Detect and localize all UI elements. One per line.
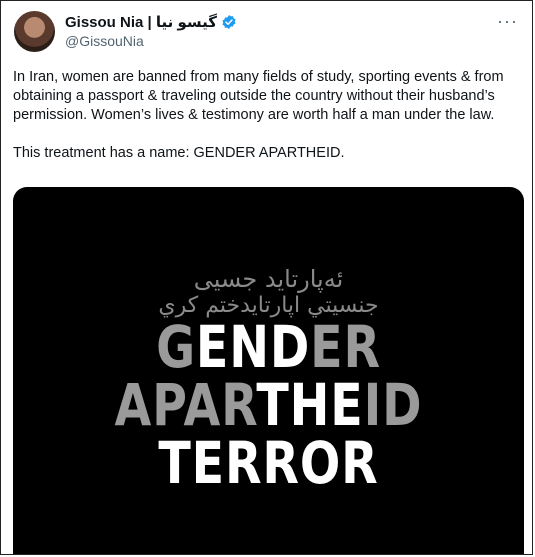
media-line-terror: TERROR [59, 433, 478, 493]
avatar[interactable] [14, 11, 55, 52]
media-line-gender: GENDER [59, 317, 478, 377]
media-line-apartheid: APARTHEID [59, 375, 478, 435]
tweet-text: In Iran, women are banned from many fiel… [13, 69, 504, 161]
media-text-white: TERROR [158, 429, 379, 497]
tweet-media-image[interactable]: ئەپارتاید جسیی جنسيتي اپارتايدختم كري GE… [13, 187, 524, 554]
author-handle[interactable]: @GissouNia [65, 33, 144, 49]
tweet-card: Gissou Nia | گیسو نیا @GissouNia ··· In … [0, 0, 533, 555]
author-display-name[interactable]: Gissou Nia | گیسو نیا [65, 13, 217, 31]
media-farsi-line-1: ئەپارتاید جسیی [193, 265, 344, 293]
author-name-row: Gissou Nia | گیسو نیا [65, 13, 237, 31]
more-options-icon[interactable]: ··· [497, 11, 518, 32]
verified-badge-icon [221, 14, 237, 30]
